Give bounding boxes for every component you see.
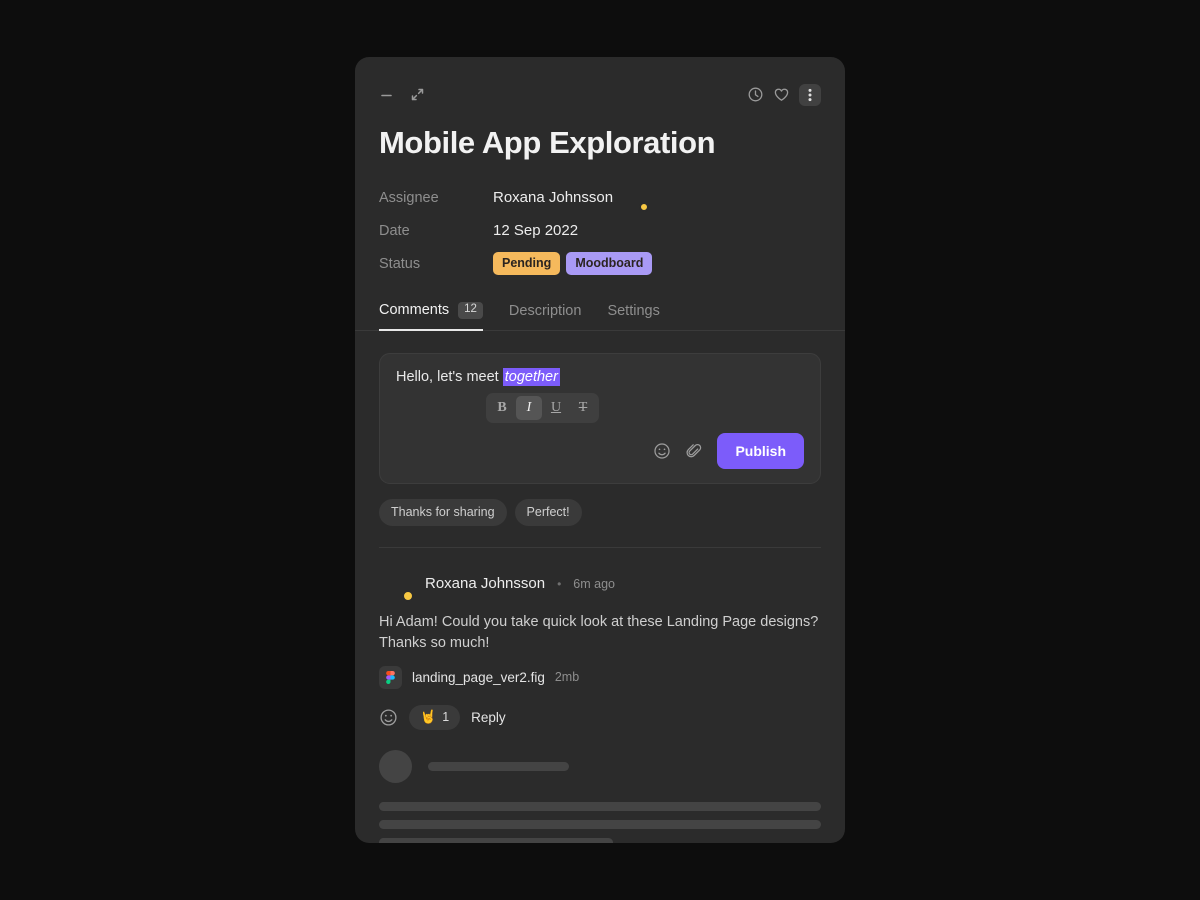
reaction-count: 1 — [442, 709, 450, 724]
skeleton-avatar — [379, 749, 412, 783]
more-options-button[interactable] — [799, 83, 821, 106]
window-controls-right — [747, 83, 821, 106]
comment-author-avatar[interactable] — [379, 567, 414, 602]
history-icon[interactable] — [747, 86, 764, 103]
publish-button[interactable]: Publish — [717, 432, 804, 469]
meta-label-assignee: Assignee — [379, 189, 439, 206]
format-toolbar: B I U T — [486, 392, 599, 423]
comment-composer[interactable]: Hello, let's meet together B I U T Publi… — [379, 352, 821, 484]
tab-settings-label: Settings — [607, 302, 660, 319]
composer-text[interactable]: Hello, let's meet together — [396, 367, 804, 386]
attachment-paperclip-icon[interactable] — [685, 442, 703, 460]
assignee-name: Roxana Johnsson — [493, 189, 614, 206]
comment-actions: 🤘 1 Reply — [379, 704, 821, 730]
meta-value-assignee: Roxana Johnsson — [493, 185, 650, 212]
comment-author-name: Roxana Johnsson — [425, 575, 546, 592]
composer-selected-text: together — [502, 367, 560, 386]
quick-reply-chips: Thanks for sharing Perfect! — [355, 484, 845, 526]
tab-description-label: Description — [508, 302, 582, 319]
skeleton-lines — [379, 801, 821, 843]
strikethrough-button[interactable]: T — [570, 396, 596, 420]
add-reaction-icon[interactable] — [379, 708, 398, 727]
skeleton-line — [379, 819, 821, 829]
status-badges: Pending Moodboard — [493, 252, 653, 275]
italic-button[interactable]: I — [516, 395, 542, 420]
status-dot — [402, 589, 414, 602]
minimize-icon[interactable] — [379, 87, 394, 102]
reaction-pill[interactable]: 🤘 1 — [409, 704, 461, 730]
window-bar — [355, 57, 845, 109]
screen: Mobile App Exploration Assignee Roxana J… — [0, 0, 1200, 900]
bold-glyph: B — [497, 399, 507, 415]
chip-thanks-for-sharing[interactable]: Thanks for sharing — [379, 498, 507, 526]
skeleton-name-bar — [428, 761, 570, 771]
strikethrough-glyph: T — [578, 399, 588, 415]
skeleton-line — [379, 837, 614, 843]
status-badge-pending[interactable]: Pending — [493, 252, 561, 275]
figma-file-icon — [379, 665, 402, 689]
tab-settings[interactable]: Settings — [607, 303, 659, 331]
emoji-icon[interactable] — [653, 442, 671, 460]
assignee-avatar[interactable] — [622, 185, 650, 212]
comment-separator: • — [557, 576, 562, 591]
comment-attachment[interactable]: landing_page_ver2.fig 2mb — [379, 665, 821, 689]
meta-value-date: 12 Sep 2022 — [493, 222, 579, 239]
tab-comments-count: 12 — [458, 302, 483, 319]
attachment-filesize: 2mb — [554, 670, 580, 685]
status-badge-moodboard[interactable]: Moodboard — [566, 252, 653, 275]
skeleton-header — [379, 749, 821, 783]
underline-button[interactable]: U — [543, 396, 569, 420]
status-dot — [639, 201, 650, 212]
comment-header: Roxana Johnsson • 6m ago — [379, 567, 821, 602]
reply-button[interactable]: Reply — [471, 710, 506, 725]
composer-actions: Publish — [396, 432, 804, 469]
tab-bar: Comments 12 Description Settings — [355, 286, 845, 331]
task-meta: Assignee Roxana Johnsson Date 12 Sep 202… — [355, 161, 845, 280]
composer-text-plain: Hello, let's meet — [396, 368, 503, 385]
comment-composer-wrap: Hello, let's meet together B I U T Publi… — [355, 331, 845, 484]
expand-icon[interactable] — [410, 87, 425, 102]
comment-timestamp: 6m ago — [573, 576, 615, 591]
favorite-heart-icon[interactable] — [773, 86, 790, 103]
loading-skeleton — [355, 730, 845, 843]
meta-label-date: Date — [379, 222, 410, 239]
attachment-filename: landing_page_ver2.fig — [412, 669, 545, 685]
skeleton-line — [379, 801, 821, 811]
underline-glyph: U — [550, 399, 562, 415]
page-title: Mobile App Exploration — [379, 125, 716, 160]
tab-comments-label: Comments — [379, 302, 450, 319]
bold-button[interactable]: B — [489, 396, 515, 420]
chip-perfect[interactable]: Perfect! — [514, 498, 582, 526]
meta-label-status: Status — [379, 255, 421, 272]
reaction-emoji: 🤘 — [420, 708, 437, 724]
tab-description[interactable]: Description — [509, 303, 582, 331]
meta-row-status: Status Pending Moodboard — [379, 247, 821, 280]
tab-comments[interactable]: Comments 12 — [379, 302, 483, 331]
comment-item: Roxana Johnsson • 6m ago Hi Adam! Could … — [355, 548, 845, 730]
task-detail-card: Mobile App Exploration Assignee Roxana J… — [355, 57, 845, 843]
window-controls-left — [379, 87, 425, 102]
meta-row-date: Date 12 Sep 2022 — [379, 214, 821, 247]
italic-glyph: I — [526, 399, 532, 415]
comment-body: Hi Adam! Could you take quick look at th… — [379, 613, 819, 651]
meta-row-assignee: Assignee Roxana Johnsson — [379, 181, 821, 214]
